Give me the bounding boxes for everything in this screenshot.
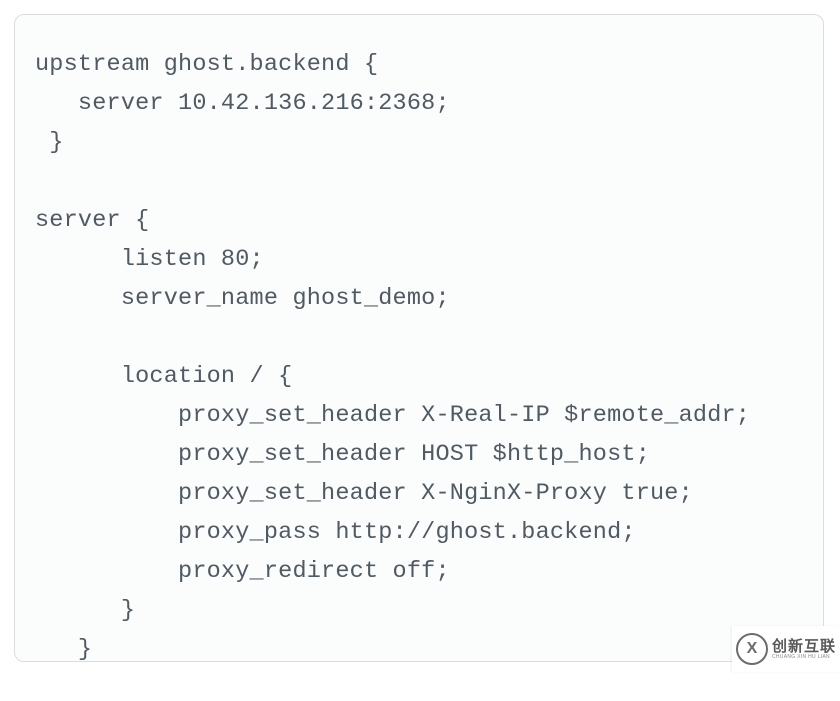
watermark-logo-icon: X	[736, 633, 768, 665]
code-content: upstream ghost.backend { server 10.42.13…	[35, 51, 750, 663]
code-block-card: upstream ghost.backend { server 10.42.13…	[14, 14, 824, 662]
nginx-config-code: upstream ghost.backend { server 10.42.13…	[35, 45, 803, 669]
watermark-py: CHUANG XIN HU LIAN	[772, 655, 836, 660]
watermark-cn: 创新互联	[772, 639, 836, 654]
watermark-text: 创新互联 CHUANG XIN HU LIAN	[772, 639, 836, 660]
watermark: X 创新互联 CHUANG XIN HU LIAN	[732, 626, 840, 672]
